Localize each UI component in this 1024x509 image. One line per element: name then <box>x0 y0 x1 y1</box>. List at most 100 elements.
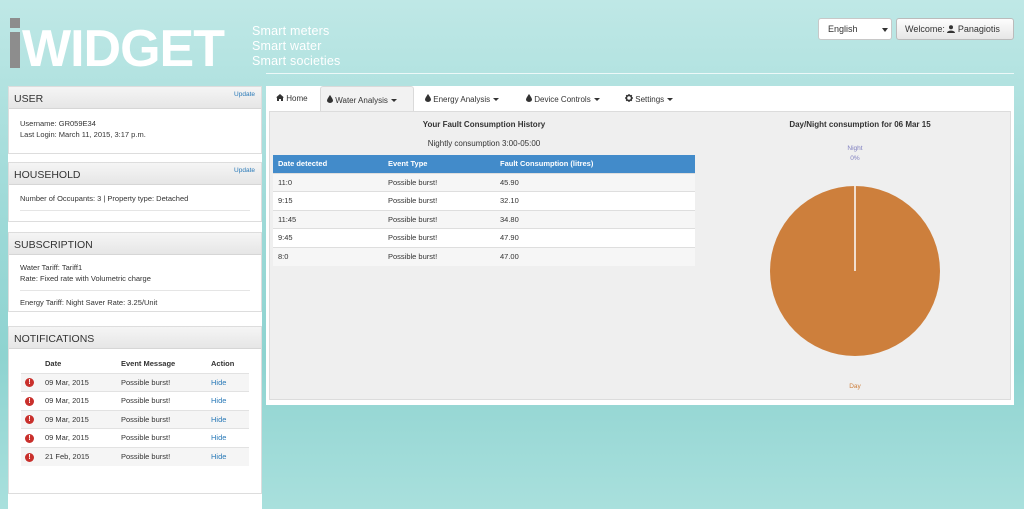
table-row: ! 09 Mar, 2015 Possible burst! Hide <box>21 428 249 447</box>
col-event-type: Event Type <box>383 155 495 173</box>
notification-message: Possible burst! <box>117 428 207 447</box>
username-text: Username: GR059E34 <box>20 119 96 128</box>
table-row: 9:45 Possible burst! 47.90 <box>273 228 695 247</box>
fault-date: 11:45 <box>273 209 383 229</box>
water-tariff-text: Water Tariff: Tariff1 <box>20 263 83 272</box>
household-info-text: Number of Occupants: 3 | Property type: … <box>20 193 250 211</box>
tagline-societies: Smart societies <box>252 54 341 68</box>
col-action: Action <box>211 359 235 369</box>
fault-event: Possible burst! <box>383 228 495 247</box>
fault-consumption: 32.10 <box>495 191 695 210</box>
hide-link[interactable]: Hide <box>211 415 226 424</box>
last-login-text: Last Login: March 11, 2015, 3:17 p.m. <box>20 130 146 139</box>
alert-icon: ! <box>25 415 34 425</box>
notifications-table: Date Event Message Action ! 09 Mar, 2015… <box>21 355 249 466</box>
alert-icon: ! <box>25 396 34 406</box>
fault-history-subtitle: Nightly consumption 3:00-05:00 <box>427 139 541 148</box>
notification-date: 09 Mar, 2015 <box>41 428 117 447</box>
notification-message: Possible burst! <box>117 409 207 429</box>
fault-consumption: 45.90 <box>495 172 695 192</box>
notification-date: 09 Mar, 2015 <box>41 391 117 410</box>
tab-settings[interactable]: Settings <box>619 86 679 111</box>
pie-chart-title: Day/Night consumption for 06 Mar 15 <box>789 120 931 129</box>
water-drop-icon <box>526 94 532 102</box>
home-icon <box>276 94 284 101</box>
fault-history-table: Date detected Event Type Fault Consumpti… <box>273 155 695 266</box>
table-row: 9:15 Possible burst! 32.10 <box>273 191 695 210</box>
fault-consumption: 34.80 <box>495 209 695 229</box>
hide-link[interactable]: Hide <box>211 433 226 442</box>
fault-consumption: 47.90 <box>495 228 695 247</box>
subscription-panel-header: SUBSCRIPTION <box>9 233 261 255</box>
hide-link[interactable]: Hide <box>211 378 226 387</box>
user-panel: USER Update Username: GR059E34 Last Logi… <box>8 86 262 154</box>
alert-icon: ! <box>25 433 34 443</box>
fault-date: 9:15 <box>273 191 383 210</box>
welcome-user-button[interactable]: Welcome: Panagiotis <box>896 18 1014 40</box>
fault-event: Possible burst! <box>383 172 495 192</box>
col-date-detected: Date detected <box>273 155 383 173</box>
tab-water-analysis[interactable]: Water Analysis <box>320 86 414 111</box>
table-row: ! 21 Feb, 2015 Possible burst! Hide <box>21 446 249 466</box>
table-row: 11:0 Possible burst! 45.90 <box>273 172 695 192</box>
fault-event: Possible burst! <box>383 246 495 266</box>
header-divider <box>266 73 1014 74</box>
hide-link[interactable]: Hide <box>211 452 226 461</box>
welcome-label: Welcome: <box>905 24 945 34</box>
table-row: 8:0 Possible burst! 47.00 <box>273 246 695 266</box>
water-drop-icon <box>425 94 431 102</box>
tab-label: Home <box>286 94 308 103</box>
user-name: Panagiotis <box>957 24 1000 34</box>
notifications-panel-title: NOTIFICATIONS <box>14 333 95 345</box>
table-row: 11:45 Possible burst! 34.80 <box>273 209 695 229</box>
language-select[interactable]: English <box>818 18 892 40</box>
user-panel-header: USER Update <box>9 87 261 109</box>
tab-device-controls[interactable]: Device Controls <box>520 86 606 111</box>
caret-down-icon <box>493 98 500 102</box>
household-update-link[interactable]: Update <box>234 167 255 174</box>
household-panel: HOUSEHOLD Update Number of Occupants: 3 … <box>8 162 262 222</box>
nav-tabs: Home Water Analysis Energy Analysis Devi… <box>266 86 1014 111</box>
tagline-meters: Smart meters <box>252 24 330 38</box>
subscription-panel-title: SUBSCRIPTION <box>14 239 93 251</box>
tab-label: Energy Analysis <box>433 95 491 104</box>
pie-value-night: 0% <box>850 155 860 162</box>
tab-home[interactable]: Home <box>270 86 314 111</box>
hide-link[interactable]: Hide <box>211 396 226 405</box>
rate-text: Rate: Fixed rate with Volumetric charge <box>20 274 151 283</box>
fault-date: 11:0 <box>273 172 383 192</box>
alert-icon: ! <box>25 378 34 388</box>
water-analysis-content: Your Fault Consumption History Nightly c… <box>269 111 1011 400</box>
energy-tariff-text: Energy Tariff: Night Saver Rate: 3.25/Un… <box>20 298 158 307</box>
tab-label: Device Controls <box>534 95 591 104</box>
notifications-panel-header: NOTIFICATIONS <box>9 327 261 349</box>
left-sidebar: USER Update Username: GR059E34 Last Logi… <box>8 86 262 509</box>
fault-event: Possible burst! <box>383 209 495 229</box>
tab-label: Water Analysis <box>335 96 388 105</box>
user-update-link[interactable]: Update <box>234 91 255 98</box>
table-row: ! 09 Mar, 2015 Possible burst! Hide <box>21 391 249 410</box>
notification-date: 21 Feb, 2015 <box>41 446 117 466</box>
notifications-panel: NOTIFICATIONS Date Event Message Action … <box>8 326 262 494</box>
col-date: Date <box>45 359 62 369</box>
tab-energy-analysis[interactable]: Energy Analysis <box>419 86 505 111</box>
household-panel-title: HOUSEHOLD <box>14 169 81 181</box>
household-panel-header: HOUSEHOLD Update <box>9 163 261 185</box>
col-event-message: Event Message <box>121 359 176 369</box>
fault-consumption: 47.00 <box>495 246 695 266</box>
caret-down-icon <box>390 99 397 103</box>
fault-date: 8:0 <box>273 246 383 266</box>
chevron-down-icon <box>882 28 888 32</box>
notification-message: Possible burst! <box>117 446 207 466</box>
main-card: Home Water Analysis Energy Analysis Devi… <box>266 86 1014 405</box>
pie-label-day: Day <box>849 383 861 390</box>
caret-down-icon <box>593 98 600 102</box>
notification-date: 09 Mar, 2015 <box>41 372 117 392</box>
user-icon <box>947 25 956 33</box>
taglines: Smart meters Smart water Smart societies <box>252 24 340 69</box>
fault-date: 9:45 <box>273 228 383 247</box>
alert-icon: ! <box>25 452 34 462</box>
tab-label: Settings <box>635 95 665 104</box>
user-panel-title: USER <box>14 93 44 105</box>
notification-message: Possible burst! <box>117 391 207 410</box>
